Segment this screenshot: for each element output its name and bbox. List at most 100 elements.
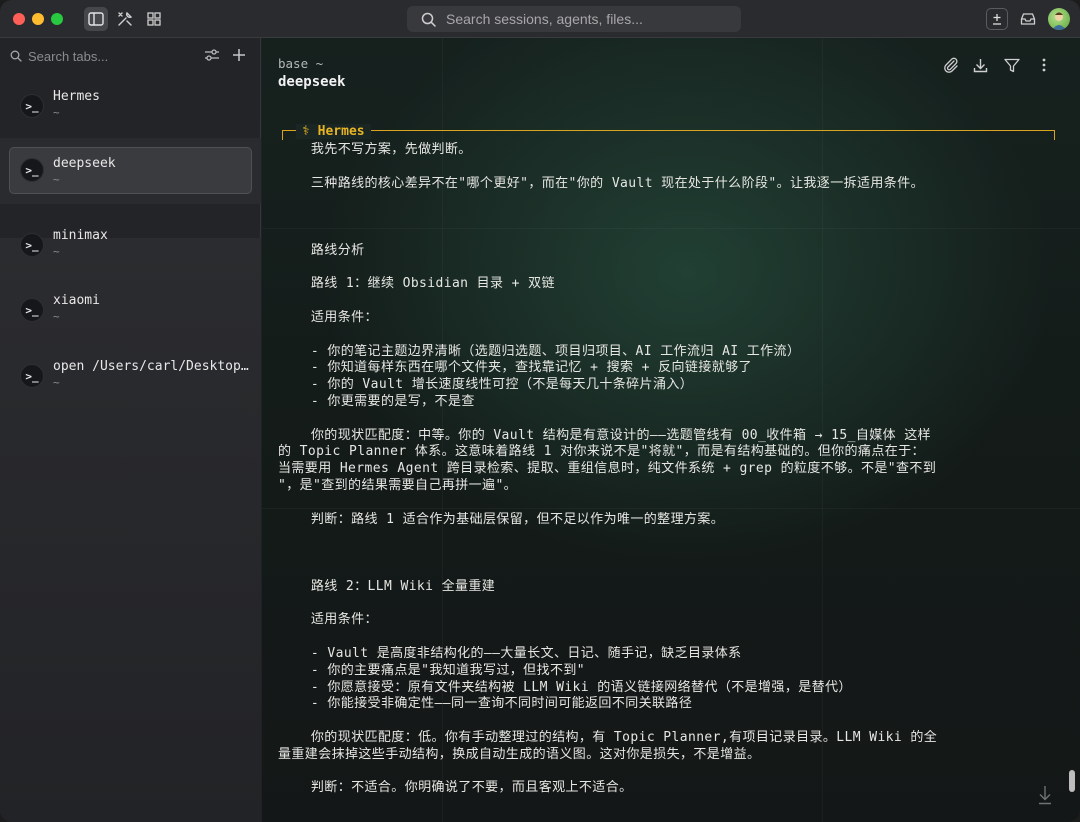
- message-line: [278, 260, 1058, 277]
- grid-view-button[interactable]: [142, 7, 166, 31]
- new-tab-button[interactable]: [986, 8, 1008, 30]
- message-line: 判断：不适合。你明确说了不要，而且客观上不适合。: [278, 780, 633, 796]
- message-line: [278, 562, 1058, 579]
- zoom-window-button[interactable]: [51, 13, 63, 25]
- filter-icon: [1004, 58, 1020, 72]
- message-line: - 你的 Vault 增长速度线性可控（不是每天几十条碎片涌入）: [278, 377, 694, 393]
- session-name: minimax: [53, 228, 108, 243]
- message-line: - 你的笔记主题边界清晰（选题归选题、项目归项目、AI 工作流归 AI 工作流）: [278, 343, 801, 359]
- page-title: deepseek: [278, 74, 346, 90]
- terminal-icon: >_: [20, 364, 44, 388]
- session-path: ~: [53, 173, 60, 186]
- message-line: 量重建会抹掉这些手动结构，换成自动生成的语义图。这对你是损失，不是增益。: [278, 746, 761, 762]
- download-icon: [973, 58, 987, 72]
- terminal-icon: >_: [20, 94, 44, 118]
- app-window: >_ Hermes ~ >_ deepseek ~ >_ minimax ~ >…: [0, 0, 1080, 822]
- session-path: ~: [53, 106, 60, 119]
- message-line: [278, 159, 1058, 176]
- plus-minus-icon: [993, 14, 1001, 25]
- global-search-bar[interactable]: [407, 6, 741, 32]
- breadcrumb: base ~: [278, 56, 324, 71]
- message-line: 路线 2：LLM Wiki 全量重建: [278, 578, 496, 594]
- filter-settings-button[interactable]: [203, 46, 221, 64]
- message-line: [278, 596, 1058, 613]
- filter-button[interactable]: [1001, 54, 1023, 76]
- arrow-down-to-line-icon: [1039, 786, 1051, 805]
- session-name: deepseek: [53, 156, 116, 171]
- message-line: - 你知道每样东西在哪个文件夹，查找靠记忆 + 搜索 + 反向链接就够了: [278, 360, 752, 376]
- message-line: [278, 192, 1058, 209]
- message-line: - 你的主要痛点是"我知道我写过，但找不到": [278, 662, 586, 678]
- session-path: ~: [53, 245, 60, 258]
- global-search-input[interactable]: [446, 11, 726, 27]
- title-bar: [0, 0, 1080, 38]
- message-line: - 你更需要的是写，不是查: [278, 393, 475, 409]
- avatar[interactable]: [1048, 8, 1070, 30]
- sidebar-icon: [88, 12, 104, 26]
- message-line: [278, 629, 1058, 646]
- message-line: 你的现状匹配度：低。你有手动整理过的结构，有 Topic Planner,有项目…: [278, 729, 938, 745]
- attach-button[interactable]: [940, 54, 962, 76]
- terminal-icon: >_: [20, 298, 44, 322]
- add-tab-button[interactable]: [230, 46, 248, 64]
- session-item-minimax[interactable]: >_ minimax ~: [0, 213, 261, 269]
- terminal-icon: >_: [20, 233, 44, 257]
- inbox-button[interactable]: [1016, 7, 1040, 31]
- session-item-open-desktop[interactable]: >_ open /Users/carl/Desktop… ~: [0, 344, 261, 400]
- session-item-hermes[interactable]: >_ Hermes ~: [0, 74, 261, 130]
- agent-label: ⚕ Hermes: [296, 124, 371, 139]
- message-line: 路线 1：继续 Obsidian 目录 + 双链: [278, 276, 555, 292]
- paperclip-icon: [944, 57, 958, 73]
- message-line: [278, 713, 1058, 730]
- tools-button[interactable]: [113, 7, 137, 31]
- tab-search-input[interactable]: [28, 48, 198, 64]
- message-line: [278, 293, 1058, 310]
- more-options-button[interactable]: [1033, 54, 1055, 76]
- message-line: [278, 545, 1058, 562]
- message-line: - Vault 是高度非结构化的——大量长文、日记、随手记，缺乏目录体系: [278, 645, 742, 661]
- download-button[interactable]: [969, 54, 991, 76]
- session-name: Hermes: [53, 89, 100, 104]
- message-line: 我先不写方案，先做判断。: [278, 142, 472, 157]
- plus-icon: [233, 49, 245, 61]
- sidebar: >_ Hermes ~ >_ deepseek ~ >_ minimax ~ >…: [0, 38, 261, 822]
- message-line: 判断：路线 1 适合作为基础层保留，但不足以作为唯一的整理方案。: [278, 511, 725, 527]
- session-name: open /Users/carl/Desktop…: [53, 359, 249, 374]
- agent-message-body: 我先不写方案，先做判断。 三种路线的核心差异不在"哪个更好"，而在"你的 Vau…: [278, 142, 1058, 797]
- tools-icon: [118, 11, 133, 26]
- session-item-deepseek[interactable]: >_ deepseek ~: [0, 138, 261, 204]
- sidebar-toggle-button[interactable]: [84, 7, 108, 31]
- message-line: 你的现状匹配度：中等。你的 Vault 结构是有意设计的——选题管线有 00_收…: [278, 427, 932, 443]
- close-window-button[interactable]: [13, 13, 25, 25]
- terminal-icon: >_: [20, 158, 44, 182]
- message-line: [278, 528, 1058, 545]
- more-vertical-icon: [1042, 58, 1046, 72]
- message-line: [278, 327, 1058, 344]
- message-line: 当需要用 Hermes Agent 跨目录检索、提取、重组信息时，纯文件系统 +…: [278, 461, 937, 477]
- message-line: 路线分析: [278, 242, 365, 258]
- message-line: "，是"查到的结果需要自己再拼一遍"。: [278, 477, 518, 493]
- tab-search[interactable]: [10, 46, 200, 66]
- minimize-window-button[interactable]: [32, 13, 44, 25]
- scroll-to-bottom-button[interactable]: [1034, 782, 1056, 808]
- message-line: [278, 495, 1058, 512]
- message-line: - 你愿意接受：原有文件夹结构被 LLM Wiki 的语义链接网络替代（不是增强…: [278, 679, 852, 695]
- scrollbar-thumb[interactable]: [1069, 770, 1075, 792]
- sliders-icon: [205, 49, 219, 61]
- message-line: 适用条件：: [278, 309, 378, 325]
- search-icon: [10, 50, 22, 62]
- session-path: ~: [53, 310, 60, 323]
- message-line: [278, 209, 1058, 226]
- grid-icon: [147, 12, 161, 26]
- session-item-xiaomi[interactable]: >_ xiaomi ~: [0, 278, 261, 334]
- message-line: 的 Topic Planner 体系。这意味着路线 1 对你来说不是"将就"，而…: [278, 444, 925, 460]
- message-line: 适用条件：: [278, 612, 378, 628]
- search-icon: [421, 12, 436, 27]
- message-line: [278, 763, 1058, 780]
- inbox-icon: [1020, 13, 1036, 25]
- session-path: ~: [53, 376, 60, 389]
- message-line: [278, 226, 1058, 243]
- message-line: [278, 411, 1058, 428]
- agent-message-frame: [282, 130, 1055, 140]
- session-name: xiaomi: [53, 293, 100, 308]
